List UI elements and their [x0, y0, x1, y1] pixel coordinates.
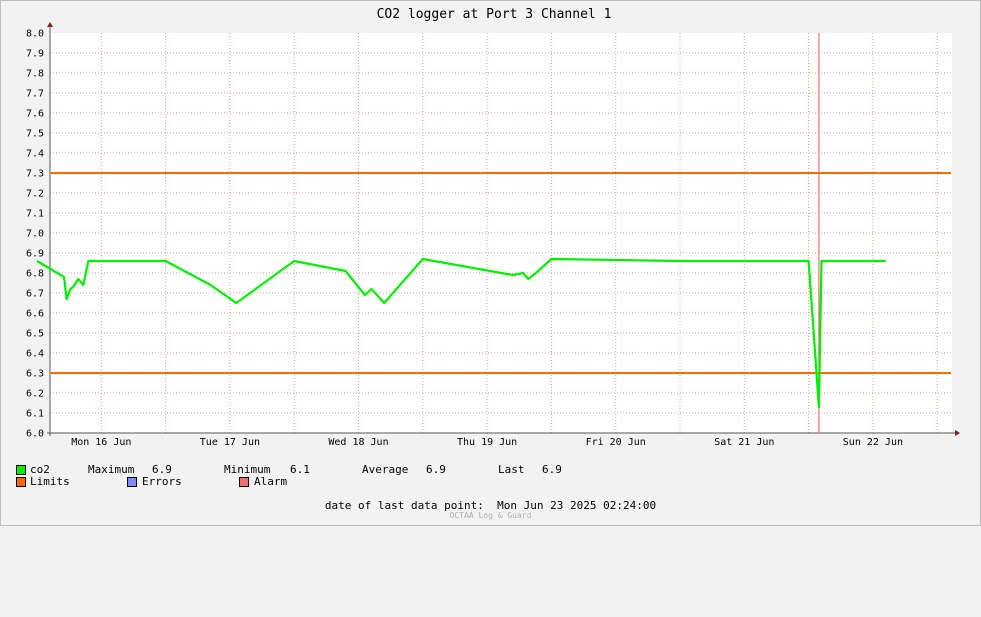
limits-swatch: [16, 477, 26, 487]
chart-title: CO2 logger at Port 3 Channel 1: [377, 7, 612, 22]
y-tick-label: 6.3: [26, 369, 44, 380]
alarm-label: Alarm: [254, 475, 288, 488]
y-tick-label: 6.9: [26, 249, 44, 260]
y-axis-arrow: [47, 22, 53, 27]
y-tick-label: 6.8: [26, 269, 44, 280]
y-tick-label: 7.5: [26, 129, 44, 140]
x-tick-label: Wed 18 Jun: [328, 437, 388, 448]
last-value: 6.9: [542, 463, 562, 476]
y-tick-label: 7.7: [26, 89, 44, 100]
x-axis-arrow: [955, 430, 960, 436]
y-tick-label: 6.4: [26, 349, 44, 360]
y-tick-label: 7.0: [26, 229, 44, 240]
average-label: Average: [362, 463, 409, 476]
watermark: OCTAA Log & Guard: [449, 511, 532, 520]
chart: CO2 logger at Port 3 Channel 1 6.0 6.1 6.2…: [26, 7, 960, 448]
y-tick-label: 7.9: [26, 49, 44, 60]
co2-swatch: [16, 465, 26, 475]
y-tick-label: 6.0: [26, 429, 44, 440]
errors-swatch: [127, 477, 137, 487]
x-tick-label: Sat 21 Jun: [714, 437, 774, 448]
errors-label: Errors: [142, 475, 182, 488]
x-tick-label: Tue 17 Jun: [200, 437, 260, 448]
y-tick-label: 7.4: [26, 149, 44, 160]
y-tick-label: 7.6: [26, 109, 44, 120]
legend-row-keys: Limits Errors Alarm: [16, 475, 287, 489]
y-tick-label: 6.7: [26, 289, 44, 300]
alarm-swatch: [239, 477, 249, 487]
x-tick-label: Thu 19 Jun: [457, 437, 517, 448]
x-tick-label: Mon 16 Jun: [71, 437, 131, 448]
limits-label: Limits: [30, 475, 70, 488]
last-label: Last: [498, 463, 525, 476]
y-tick-label: 8.0: [26, 29, 44, 40]
y-tick-label: 7.8: [26, 69, 44, 80]
minimum-value: 6.1: [290, 463, 310, 476]
x-tick-label: Sun 22 Jun: [843, 437, 903, 448]
y-tick-label: 6.5: [26, 329, 44, 340]
y-tick-label: 6.1: [26, 409, 44, 420]
y-tick-label: 6.2: [26, 389, 44, 400]
y-tick-label: 6.6: [26, 309, 44, 320]
maximum-label: Maximum: [88, 463, 135, 476]
x-tick-label: Fri 20 Jun: [586, 437, 646, 448]
y-tick-label: 7.3: [26, 169, 44, 180]
y-tick-label: 7.2: [26, 189, 44, 200]
y-tick-label: 7.1: [26, 209, 44, 220]
average-value: 6.9: [426, 463, 446, 476]
